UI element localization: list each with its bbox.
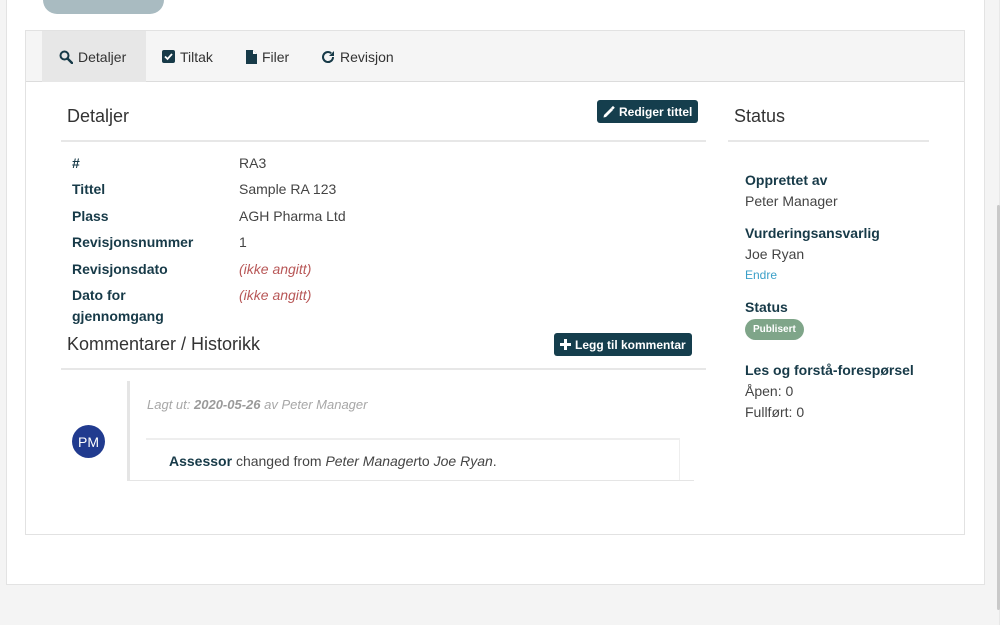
edit-title-label: Rediger tittel <box>619 104 693 119</box>
comment-body: Assessor changed from Peter Managerto Jo… <box>146 438 680 480</box>
old-value: Peter Manager <box>325 453 419 469</box>
end-mark: . <box>492 453 497 469</box>
search-icon <box>59 50 73 64</box>
meta-prefix: Lagt ut: <box>147 397 191 412</box>
read-request-label: Les og forstå-forespørsel <box>745 362 914 378</box>
tab-revisjon[interactable]: Revisjon <box>321 31 394 82</box>
changed-from-text: changed from <box>235 453 322 469</box>
divider <box>61 368 706 370</box>
assessor-label: Vurderingsansvarlig <box>745 225 880 241</box>
detail-value: (ikke angitt) <box>239 287 312 303</box>
tab-bar: Detaljer Tiltak Filer Revisjon <box>26 31 964 82</box>
comment-date: 2020-05-26 <box>194 397 261 412</box>
details-heading: Detaljer <box>67 106 130 126</box>
tab-tiltak[interactable]: Tiltak <box>162 31 213 82</box>
top-button[interactable] <box>43 0 164 14</box>
tab-detaljer[interactable]: Detaljer <box>42 31 146 82</box>
status-label: Status <box>745 299 788 315</box>
to-word: to <box>418 453 430 469</box>
change-assessor-link[interactable]: Endre <box>745 268 777 282</box>
read-open-count: Åpen: 0 <box>745 383 794 399</box>
file-icon <box>246 49 257 64</box>
new-value: Joe Ryan <box>433 453 493 469</box>
read-done-count: Fullført: 0 <box>745 404 805 420</box>
edit-title-button[interactable]: Rediger tittel <box>597 100 699 123</box>
tab-label: Revisjon <box>340 48 394 65</box>
avatar: PM <box>72 425 105 458</box>
detail-label: # <box>72 155 80 171</box>
created-by-label: Opprettet av <box>745 172 828 188</box>
detail-label: Tittel <box>72 181 106 197</box>
pencil-icon <box>603 105 615 117</box>
detail-value: 1 <box>239 234 247 250</box>
detail-value: Sample RA 123 <box>239 181 337 197</box>
changed-field: Assessor <box>169 453 233 469</box>
tab-label: Filer <box>262 48 290 65</box>
detail-label: Revisjonsnummer <box>72 234 194 250</box>
tab-filer[interactable]: Filer <box>246 31 289 82</box>
add-comment-label: Legg til kommentar <box>575 337 686 352</box>
detail-label: Plass <box>72 208 109 224</box>
comment-meta: Lagt ut: 2020-05-26 av Peter Manager <box>147 397 367 412</box>
detail-label: Dato for gjennomgang <box>72 287 164 324</box>
detail-value: RA3 <box>239 155 267 171</box>
plus-icon <box>560 339 571 350</box>
status-badge: Publisert <box>745 319 804 340</box>
assessor-value: Joe Ryan <box>745 246 805 262</box>
detail-value: (ikke angitt) <box>239 261 312 277</box>
meta-author: av Peter Manager <box>264 397 368 412</box>
created-by-value: Peter Manager <box>745 193 838 209</box>
detail-label: Revisjonsdato <box>72 261 168 277</box>
detail-value: AGH Pharma Ltd <box>239 208 346 224</box>
divider <box>728 140 929 142</box>
status-heading: Status <box>734 106 786 126</box>
add-comment-button[interactable]: Legg til kommentar <box>554 333 692 356</box>
refresh-icon <box>322 50 335 63</box>
tab-label: Tiltak <box>180 48 213 65</box>
check-square-icon <box>162 50 175 63</box>
comments-heading: Kommentarer / Historikk <box>67 334 261 354</box>
divider <box>61 140 706 142</box>
tab-label: Detaljer <box>78 48 127 65</box>
